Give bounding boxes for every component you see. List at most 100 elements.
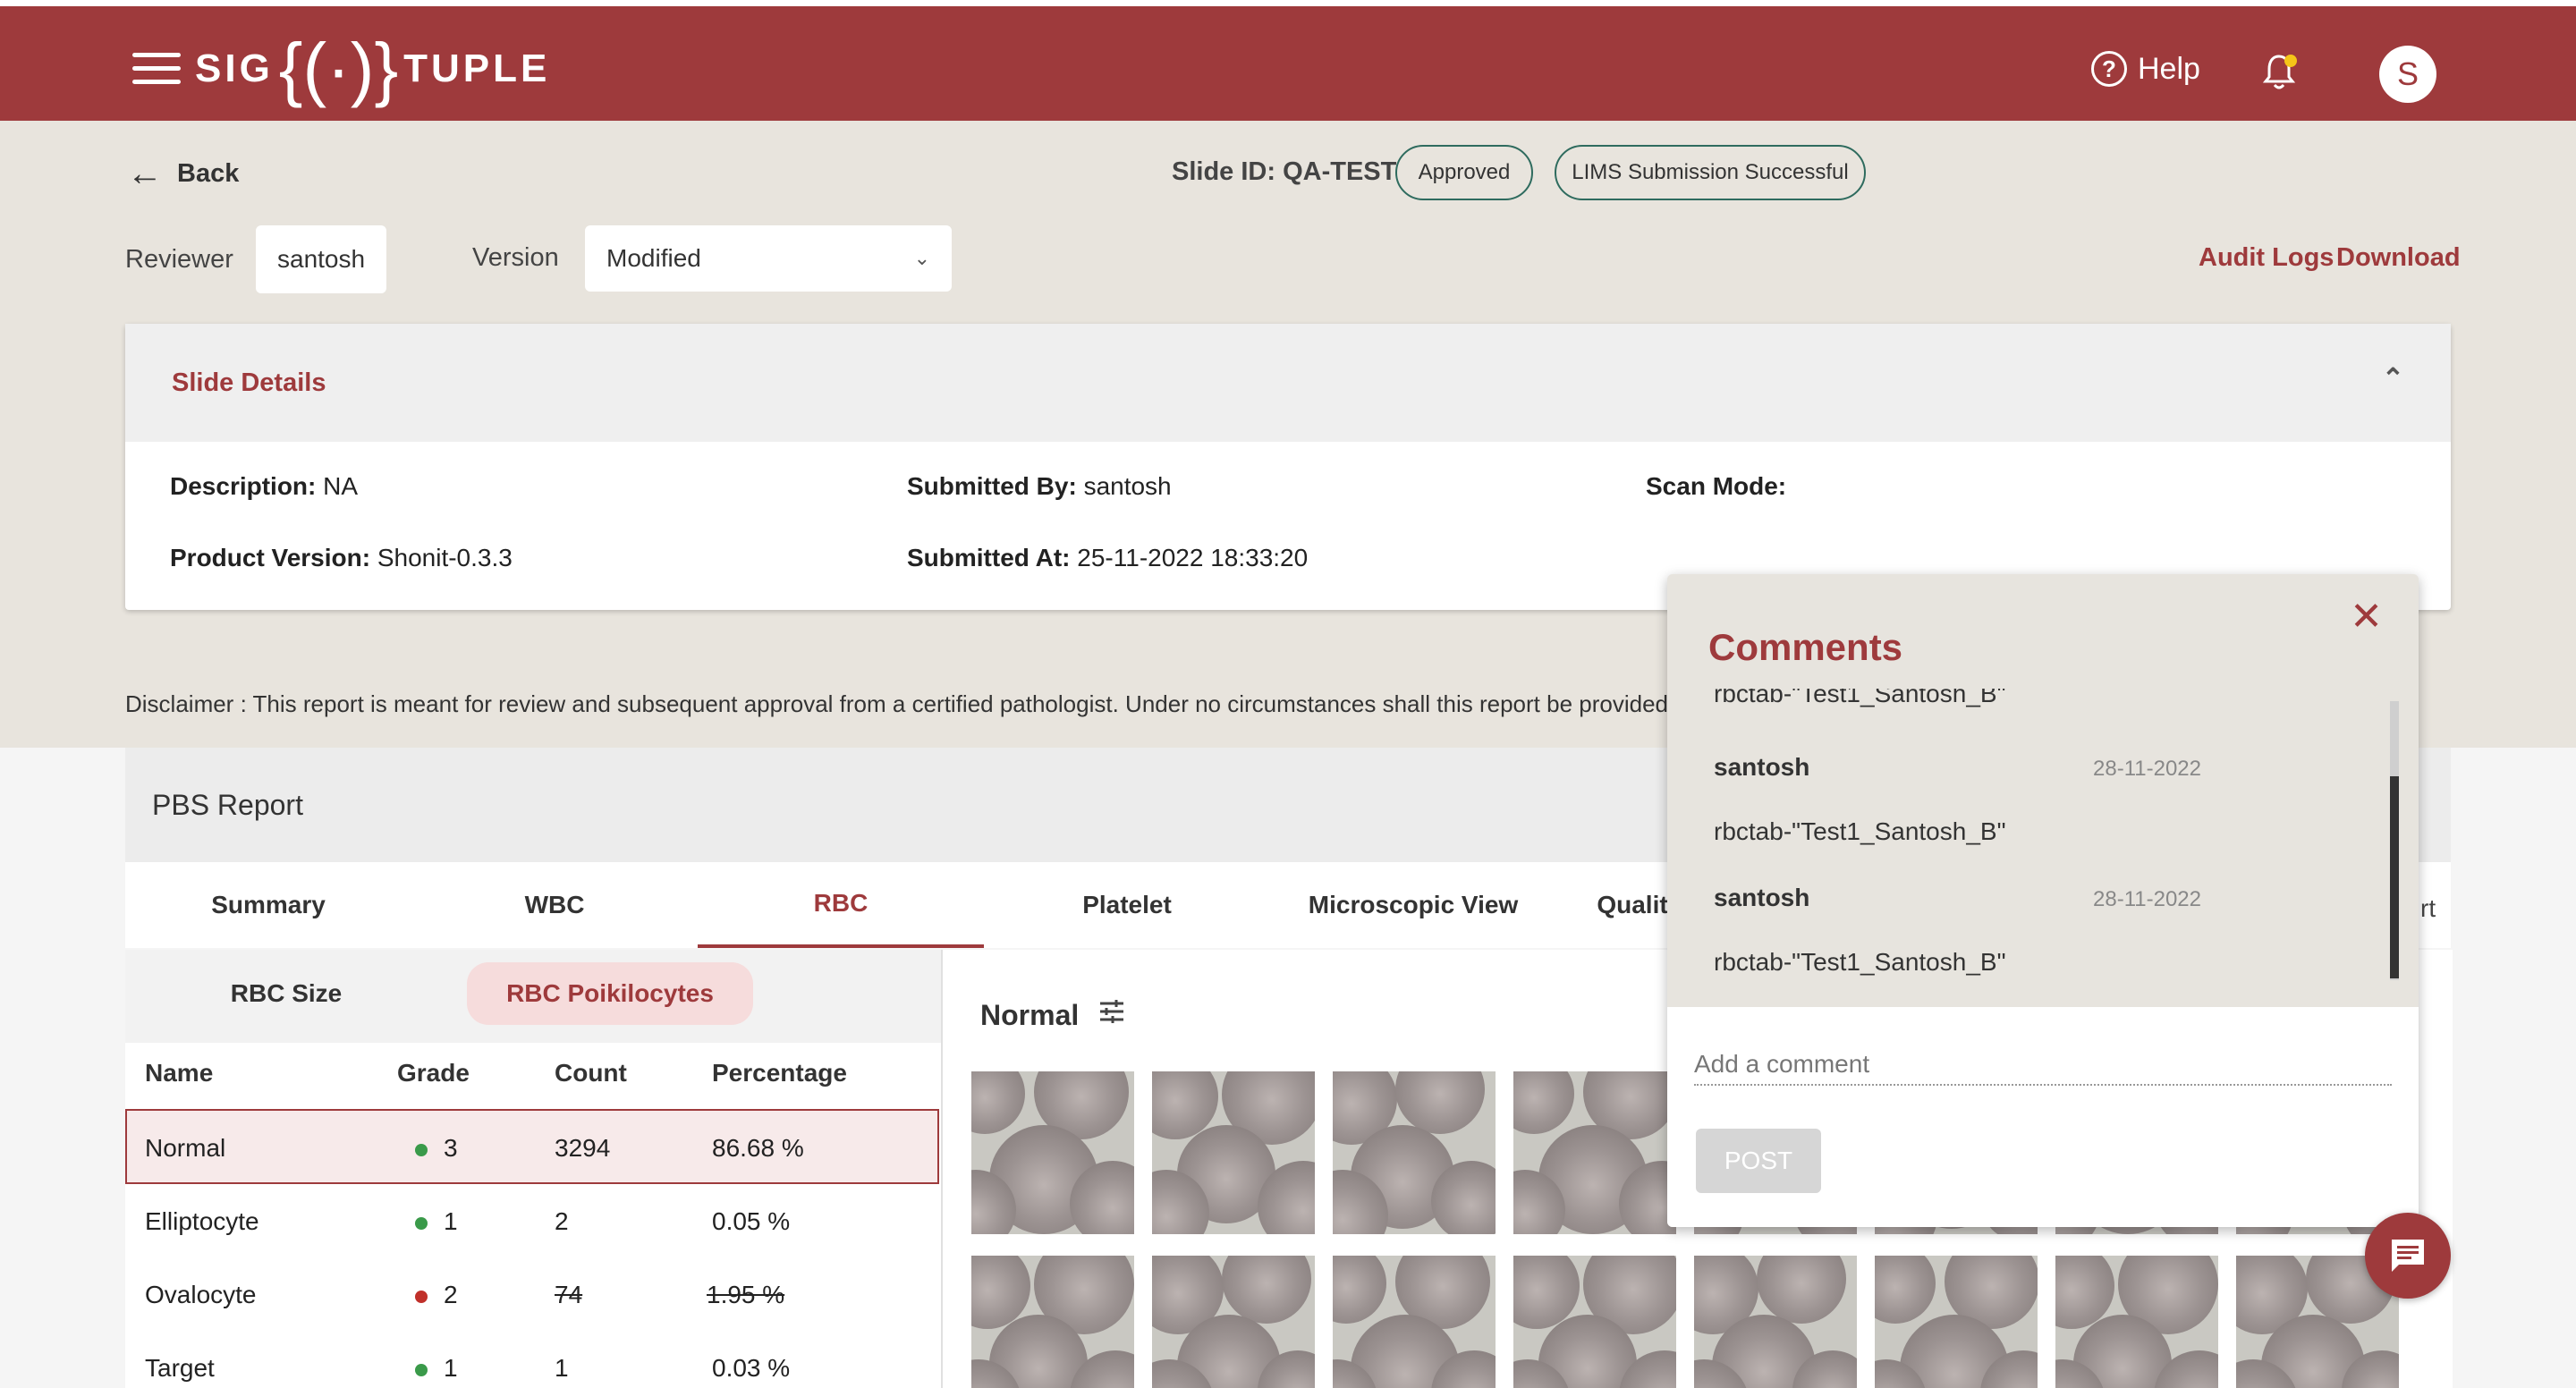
row-name: Elliptocyte [145, 1207, 259, 1235]
chevron-down-icon: ⌄ [913, 247, 930, 269]
grade-dot [415, 1216, 428, 1230]
table-row[interactable]: Elliptocyte 1 2 0.05 % [125, 1184, 939, 1259]
post-button[interactable]: POST [1696, 1129, 1821, 1193]
submitted-at-field: Submitted At: 25-11-2022 18:33:20 [907, 544, 1309, 571]
table-row[interactable]: Target 1 1 0.03 % [125, 1331, 939, 1388]
slide-id: Slide ID: QA-TEST [1172, 157, 1397, 186]
status-badge-approved: Approved [1395, 145, 1533, 200]
reviewer-field[interactable]: santosh [256, 225, 386, 293]
row-grade: 3 [415, 1134, 458, 1163]
comment-text: rbctab-"Test1_Santosh_B" [1714, 817, 2006, 845]
slide-details-panel: Slide Details ⌃ Description: NA Submitte… [125, 324, 2451, 610]
column-header: Percentage [712, 1059, 847, 1087]
help-label: Help [2138, 51, 2200, 86]
grade-dot [415, 1363, 428, 1376]
logo-text-right: TUPLE [403, 47, 551, 90]
cell-thumbnail[interactable] [1875, 1256, 2038, 1388]
row-percentage: 1.95 % [707, 1281, 785, 1308]
help-icon: ? [2091, 51, 2127, 87]
row-percentage: 0.05 % [712, 1207, 791, 1235]
row-grade: 1 [415, 1207, 458, 1236]
avatar[interactable]: S [2379, 46, 2436, 103]
version-select[interactable]: Modified ⌄ [585, 225, 952, 292]
cell-thumbnail[interactable] [1513, 1256, 1676, 1388]
scrollbar-thumb[interactable] [2390, 776, 2399, 978]
comment-date: 28-11-2022 [2093, 757, 2201, 781]
chat-icon [2392, 1240, 2424, 1272]
comment-text: rbctab-"Test1_Santosh_B" [1714, 948, 2006, 976]
cell-thumbnail[interactable] [971, 1071, 1134, 1234]
row-name: Target [145, 1354, 215, 1382]
tab-rbc[interactable]: RBC [698, 862, 984, 948]
menu-icon[interactable] [132, 53, 181, 85]
version-label: Version [472, 243, 559, 272]
gallery-title: Normal [980, 998, 1125, 1032]
rbc-subtabs: RBC Size RBC Poikilocytes [125, 950, 941, 1043]
cell-thumbnail[interactable] [1152, 1256, 1315, 1388]
logo[interactable]: SIG {(·)} TUPLE [195, 24, 550, 114]
tab-summary[interactable]: Summary [125, 862, 411, 948]
close-icon[interactable]: ✕ [2350, 594, 2383, 639]
comment-user: santosh [1714, 884, 1810, 911]
comments-scrollbar[interactable] [2390, 701, 2399, 980]
row-grade: 2 [415, 1281, 458, 1309]
chevron-up-icon[interactable]: ⌃ [2382, 363, 2404, 394]
row-name: Normal [145, 1134, 226, 1162]
notification-bell-icon[interactable] [2261, 53, 2297, 92]
product-version-field: Product Version: Shonit-0.3.3 [170, 544, 513, 571]
cell-thumbnail[interactable] [1694, 1256, 1857, 1388]
row-count: 1 [555, 1354, 569, 1382]
tab-overflow-text: rt [2420, 894, 2436, 922]
tab-wbc[interactable]: WBC [411, 862, 698, 948]
back-button[interactable]: ← Back [127, 156, 239, 191]
notification-dot [2284, 55, 2297, 67]
help-link[interactable]: ? Help [2091, 51, 2200, 87]
version-value: Modified [606, 244, 701, 272]
app-header: SIG {(·)} TUPLE ? Help S [0, 6, 2576, 121]
submitted-by-field: Submitted By: santosh [907, 472, 1172, 500]
status-badge-lims: LIMS Submission Successful [1555, 145, 1866, 200]
description-field: Description: NA [170, 472, 359, 500]
filter-sliders-icon[interactable] [1098, 998, 1125, 1032]
comment-partial-wrap: rbctab-"Test1_Santosh_B" [1667, 689, 2383, 712]
row-percentage: 86.68 % [712, 1134, 804, 1162]
back-label: Back [177, 158, 240, 188]
slide-details-header[interactable]: Slide Details ⌃ [125, 324, 2451, 442]
download-link[interactable]: Download [2336, 243, 2461, 273]
row-count: 74 [555, 1281, 583, 1308]
cell-thumbnail[interactable] [971, 1256, 1134, 1388]
comment-text: rbctab-"Test1_Santosh_B" [1714, 689, 2006, 707]
comment-date: 28-11-2022 [2093, 887, 2201, 911]
comment-compose: Add a comment POST [1667, 1007, 2419, 1227]
row-count: 3294 [555, 1134, 611, 1162]
cell-thumbnail[interactable] [2055, 1256, 2218, 1388]
row-name: Ovalocyte [145, 1281, 257, 1308]
logo-text-left: SIG [195, 47, 274, 90]
audit-logs-link[interactable]: Audit Logs [2199, 243, 2334, 273]
cell-thumbnail[interactable] [1333, 1071, 1496, 1234]
disclaimer-text: Disclaimer : This report is meant for re… [125, 690, 1673, 717]
cell-thumbnail[interactable] [1333, 1256, 1496, 1388]
tab-platelet[interactable]: Platelet [984, 862, 1270, 948]
cell-thumbnail[interactable] [1513, 1071, 1676, 1234]
comments-title: Comments [1708, 626, 1903, 668]
row-grade: 1 [415, 1354, 458, 1383]
tab-microscopic-view[interactable]: Microscopic View [1270, 862, 1556, 948]
comments-panel: Comments ✕ rbctab-"Test1_Santosh_B" sant… [1667, 574, 2419, 1227]
column-header: Name [145, 1059, 214, 1087]
subtab-rbc-poikilocytes[interactable]: RBC Poikilocytes [467, 962, 753, 1025]
chat-button[interactable] [2365, 1213, 2451, 1299]
top-strip [0, 0, 2576, 6]
subtab-rbc-size[interactable]: RBC Size [179, 962, 394, 1025]
comment-input[interactable]: Add a comment [1694, 1046, 2392, 1086]
arrow-left-icon: ← [127, 154, 163, 193]
table-row[interactable]: Normal 3 3294 86.68 % [125, 1109, 939, 1184]
comment-user: santosh [1714, 753, 1810, 781]
reviewer-label: Reviewer [125, 245, 233, 274]
cell-thumbnail[interactable] [1152, 1071, 1315, 1234]
gallery-title-text: Normal [980, 998, 1080, 1031]
logo-brace: {(·)} [278, 29, 399, 108]
poikilocyte-table: Name Grade Count Percentage Normal 3 329… [125, 1043, 941, 1388]
row-count: 2 [555, 1207, 569, 1235]
table-row[interactable]: Ovalocyte 2 74 1.95 % [125, 1257, 939, 1333]
